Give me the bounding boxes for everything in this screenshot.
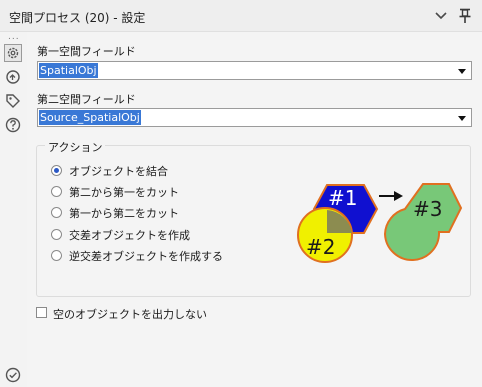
chevron-down-icon[interactable]	[432, 7, 450, 25]
help-icon[interactable]	[4, 116, 22, 134]
arrow-right-icon	[394, 191, 403, 201]
dropdown-arrow-icon	[458, 69, 466, 74]
tag-icon[interactable]	[4, 92, 22, 110]
annotation-icon[interactable]	[4, 68, 22, 86]
first-field-dropdown[interactable]: SpatialObj	[37, 61, 472, 80]
radio-label: 逆交差オブジェクトを作成する	[69, 250, 223, 263]
configuration-icon[interactable]	[4, 44, 22, 62]
radio-button[interactable]	[51, 207, 62, 218]
first-field-label: 第一空間フィールド	[37, 45, 136, 58]
second-field-value: Source_SpatialObj	[39, 110, 141, 125]
radio-button[interactable]	[51, 186, 62, 197]
checkmark-icon	[4, 366, 22, 384]
shape1-label: #1	[328, 186, 357, 210]
action-group-title: アクション	[45, 139, 106, 155]
radio-label: 第二から第一をカット	[69, 186, 179, 199]
pin-icon[interactable]	[456, 7, 474, 25]
radio-button[interactable]	[51, 229, 62, 240]
empty-objects-label: 空のオブジェクトを出力しない	[53, 308, 207, 321]
shape3-label: #3	[413, 197, 442, 221]
combine-diagram: #1 #2 #3	[297, 183, 463, 263]
window-title: 空間プロセス (20) - 設定	[9, 11, 146, 25]
radio-button[interactable]	[51, 165, 62, 176]
dropdown-arrow-icon	[458, 116, 466, 121]
radio-label: 交差オブジェクトを作成	[69, 229, 190, 242]
second-field-dropdown[interactable]: Source_SpatialObj	[37, 108, 472, 127]
radio-label: 第一から第二をカット	[69, 207, 179, 220]
second-field-label: 第二空間フィールド	[37, 93, 136, 106]
radio-button[interactable]	[51, 250, 62, 261]
title-bar: 空間プロセス (20) - 設定	[0, 0, 482, 32]
shape2-label: #2	[306, 235, 335, 259]
empty-objects-checkbox[interactable]	[36, 307, 47, 318]
sidebar-dots: ...	[8, 32, 20, 42]
sidebar: ...	[0, 32, 27, 387]
first-field-value: SpatialObj	[39, 63, 98, 78]
radio-label: オブジェクトを結合	[69, 165, 168, 178]
